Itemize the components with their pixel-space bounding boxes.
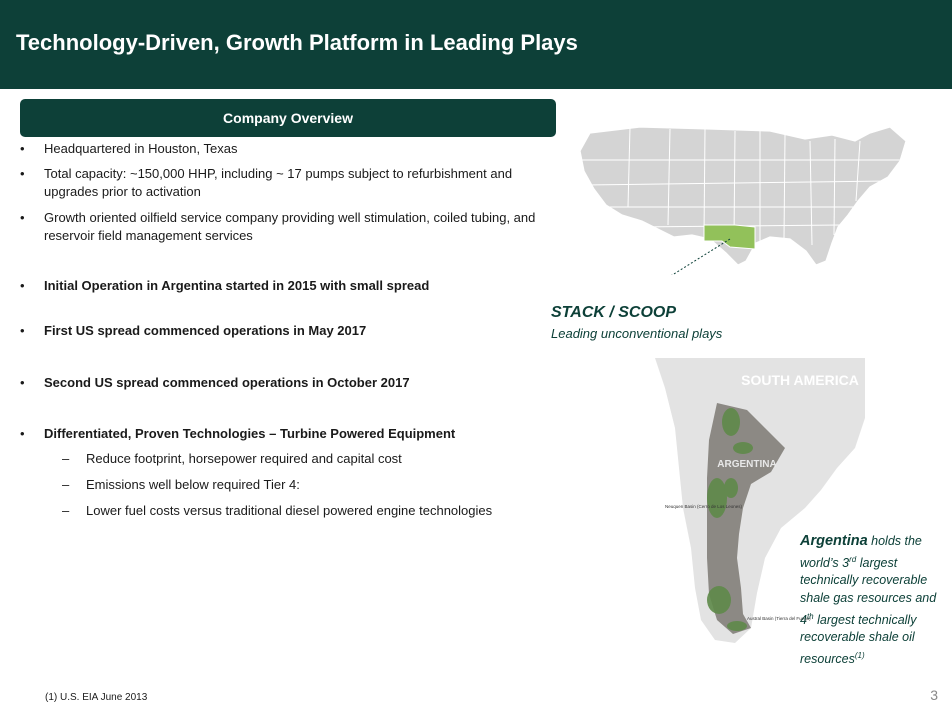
- bullet-marker: •: [20, 278, 25, 293]
- header-bar: Technology-Driven, Growth Platform in Le…: [0, 0, 952, 89]
- argentina-note-sup-1: rd: [849, 554, 857, 564]
- bullet-marker: •: [20, 166, 25, 181]
- company-overview-title: Company Overview: [223, 110, 353, 126]
- argentina-map-label: ARGENTINA: [717, 459, 776, 470]
- bullet-marker: •: [20, 375, 25, 390]
- stack-scoop-highlight: [703, 224, 756, 250]
- page-title: Technology-Driven, Growth Platform in Le…: [16, 30, 578, 55]
- continent-label: SOUTH AMERICA: [741, 372, 859, 388]
- sub-bullet-marker: –: [62, 503, 70, 518]
- stack-scoop-subtitle: Leading unconventional plays: [551, 326, 723, 341]
- sub-bullet-text: Emissions well below required Tier 4:: [86, 477, 300, 492]
- bullet-marker: •: [20, 141, 25, 156]
- bullet-text: Total capacity: ~150,000 HHP, including …: [44, 166, 513, 199]
- sub-bullet-text: Lower fuel costs versus traditional dies…: [86, 503, 493, 518]
- us-map: [579, 126, 907, 275]
- sub-bullet-text: Reduce footprint, horsepower required an…: [86, 451, 402, 466]
- argentina-note-sup-3: (1): [854, 650, 865, 660]
- bullet-marker: •: [20, 323, 25, 338]
- footnote: (1) U.S. EIA June 2013: [45, 692, 148, 703]
- bullet-text: Headquartered in Houston, Texas: [44, 141, 238, 156]
- bullet-text: Differentiated, Proven Technologies – Tu…: [44, 426, 456, 441]
- sub-bullet-marker: –: [62, 477, 70, 492]
- argentina-resources-note: Argentina holds the world’s 3rd largest …: [800, 533, 945, 669]
- company-overview-header: Company Overview: [20, 99, 556, 137]
- bullet-text: Second US spread commenced operations in…: [44, 375, 410, 390]
- argentina-note-country: Argentina: [800, 533, 868, 549]
- bullet-text: Growth oriented oilfield service company…: [44, 210, 536, 243]
- sub-bullet-marker: –: [62, 451, 70, 466]
- bullet-text: Initial Operation in Argentina started i…: [44, 278, 430, 293]
- stack-scoop-title: STACK / SCOOP: [551, 304, 677, 321]
- bullet-marker: •: [20, 210, 25, 225]
- page-number: 3: [930, 687, 938, 703]
- argentina-note-sup-2: th: [806, 611, 814, 621]
- bullet-text: First US spread commenced operations in …: [44, 323, 367, 338]
- neuquen-basin-label: Neuquen Basin (Cerro de Los Leones): [665, 504, 743, 509]
- bullet-marker: •: [20, 426, 25, 441]
